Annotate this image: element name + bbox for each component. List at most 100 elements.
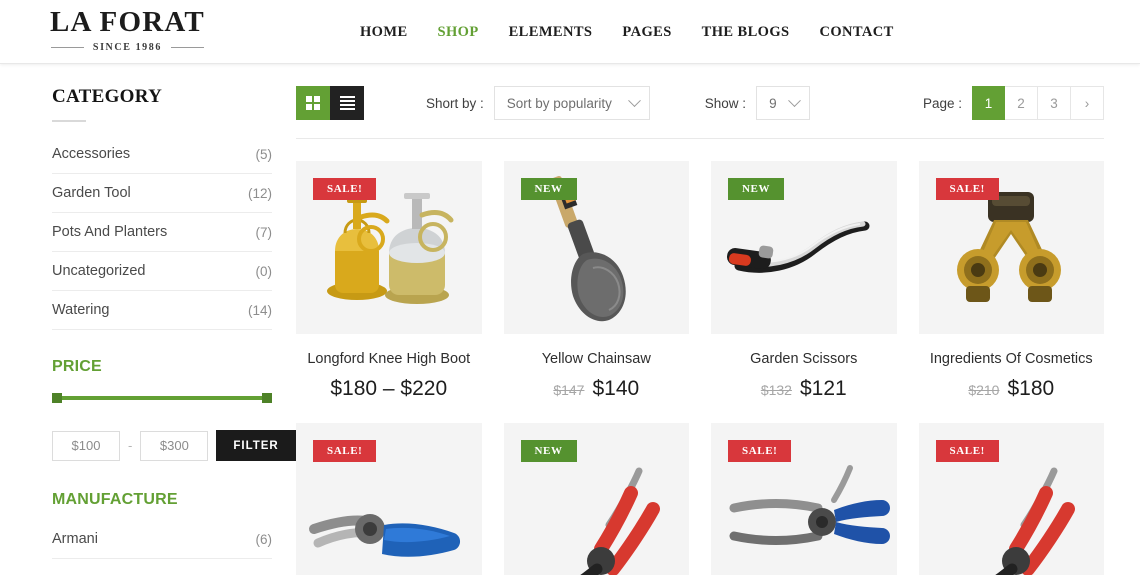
category-item-label: Accessories — [52, 146, 131, 162]
product-card[interactable]: SALE! — [918, 161, 1104, 401]
price-range-slider[interactable] — [52, 392, 272, 404]
product-image-blue-shear — [308, 513, 460, 557]
price-inputs-row: - FILTER — [52, 430, 296, 461]
price-max-input[interactable] — [140, 430, 209, 461]
site-logo[interactable]: LA FORAT SINCE 1986 — [50, 6, 205, 53]
category-item-watering[interactable]: Watering (14) — [52, 291, 272, 330]
pagination: Page : 1 2 3 › — [923, 86, 1104, 120]
filter-button[interactable]: FILTER — [216, 430, 296, 461]
manufacture-item-label: Armani — [52, 531, 98, 547]
category-item-count: (12) — [247, 185, 272, 201]
product-card[interactable]: SALE! — [711, 423, 897, 575]
logo-since-text: SINCE 1986 — [92, 42, 162, 54]
logo-rule-left — [50, 47, 84, 49]
sort-select[interactable]: Sort by popularity — [493, 86, 650, 120]
page-next-button[interactable]: › — [1071, 86, 1104, 120]
product-price: $180 – $220 — [296, 377, 482, 401]
product-badge: SALE! — [313, 178, 377, 200]
shop-content: Short by : Sort by popularity Show : 9 P… — [296, 86, 1140, 575]
grid-icon — [306, 96, 320, 110]
product-badge: NEW — [520, 178, 577, 200]
page-button-2[interactable]: 2 — [1005, 86, 1038, 120]
nav-item-shop[interactable]: SHOP — [438, 24, 479, 41]
nav-item-home[interactable]: HOME — [360, 24, 408, 41]
product-price-current: $180 — [1007, 377, 1055, 400]
sort-select-value: Sort by popularity — [506, 95, 612, 111]
sort-control: Short by : Sort by popularity — [426, 86, 650, 120]
product-price: $132 $121 — [711, 377, 897, 401]
category-item-label: Watering — [52, 302, 110, 318]
price-slider-handle-min[interactable] — [52, 393, 62, 403]
product-title: Ingredients Of Cosmetics — [929, 351, 1093, 367]
category-item-count: (0) — [255, 263, 273, 279]
product-badge: SALE! — [935, 440, 999, 462]
product-card[interactable]: SALE! — [918, 423, 1104, 575]
product-price-current: $180 – $220 — [330, 377, 448, 400]
category-item-count: (14) — [247, 302, 272, 318]
shop-toolbar: Short by : Sort by popularity Show : 9 P… — [296, 86, 1104, 139]
show-select-value: 9 — [769, 95, 777, 111]
product-card[interactable]: NEW — [503, 423, 689, 575]
chevron-down-icon — [627, 93, 641, 107]
shop-sidebar: CATEGORY Accessories (5) Garden Tool (12… — [0, 86, 296, 575]
product-thumbnail[interactable]: SALE! — [711, 423, 897, 575]
category-item-pots-and-planters[interactable]: Pots And Planters (7) — [52, 213, 272, 252]
manufacture-item-armani[interactable]: Armani (6) — [52, 527, 272, 559]
product-thumbnail[interactable]: SALE! — [296, 423, 482, 575]
product-thumbnail[interactable]: SALE! — [918, 423, 1104, 575]
chevron-down-icon — [788, 93, 801, 107]
list-view-button[interactable] — [330, 86, 364, 120]
product-price-current: $121 — [799, 377, 847, 400]
product-badge: NEW — [728, 178, 785, 200]
product-grid: SALE! Longford Knee High Boot $180 – $22… — [296, 161, 1104, 575]
page-body: CATEGORY Accessories (5) Garden Tool (12… — [0, 64, 1140, 575]
product-thumbnail[interactable]: SALE! — [918, 161, 1104, 334]
logo-subtitle: SINCE 1986 — [50, 42, 205, 53]
category-item-uncategorized[interactable]: Uncategorized (0) — [52, 252, 272, 291]
product-price-original: $210 — [968, 382, 1000, 398]
show-label: Show : — [704, 95, 747, 111]
product-thumbnail[interactable]: SALE! — [296, 161, 482, 334]
price-heading: PRICE — [52, 358, 102, 375]
price-range-separator: - — [128, 438, 133, 453]
nav-item-the-blogs[interactable]: THE BLOGS — [702, 24, 790, 41]
manufacture-list: Armani (6) — [52, 527, 272, 559]
product-card[interactable]: NEW Yellow Chainsaw $147 $140 — [503, 161, 690, 401]
product-image-blue-snip — [729, 464, 890, 545]
product-title: Longford Knee High Boot — [307, 351, 471, 367]
product-thumbnail[interactable]: NEW — [503, 423, 689, 575]
product-card[interactable]: SALE! — [296, 423, 482, 575]
grid-view-button[interactable] — [296, 86, 330, 120]
category-item-label: Garden Tool — [52, 185, 131, 201]
page-button-1[interactable]: 1 — [972, 86, 1005, 120]
product-thumbnail[interactable]: NEW — [711, 161, 897, 334]
product-badge: SALE! — [313, 440, 377, 462]
manufacture-item-count: (6) — [255, 531, 273, 547]
product-thumbnail[interactable]: NEW — [503, 161, 689, 334]
product-badge: NEW — [520, 440, 577, 462]
show-select[interactable]: 9 — [756, 86, 811, 120]
price-min-input[interactable] — [52, 430, 120, 461]
page-button-3[interactable]: 3 — [1038, 86, 1071, 120]
main-navigation: HOME SHOP ELEMENTS PAGES THE BLOGS CONTA… — [360, 24, 894, 41]
category-heading: CATEGORY — [52, 86, 163, 107]
nav-item-elements[interactable]: ELEMENTS — [509, 24, 593, 41]
price-slider-handle-max[interactable] — [262, 393, 272, 403]
category-item-garden-tool[interactable]: Garden Tool (12) — [52, 174, 272, 213]
nav-item-contact[interactable]: CONTACT — [819, 24, 893, 41]
category-item-count: (5) — [255, 146, 273, 162]
category-list: Accessories (5) Garden Tool (12) Pots An… — [52, 142, 272, 330]
product-badge: SALE! — [935, 178, 999, 200]
product-card[interactable]: SALE! — [296, 161, 482, 401]
category-item-label: Pots And Planters — [52, 224, 168, 240]
category-item-accessories[interactable]: Accessories (5) — [52, 142, 272, 174]
product-price-original: $147 — [553, 382, 585, 398]
site-header: LA FORAT SINCE 1986 HOME SHOP ELEMENTS P… — [0, 0, 1140, 64]
product-image-saw — [726, 221, 870, 273]
sort-label: Short by : — [426, 95, 484, 111]
product-price-original: $132 — [760, 382, 792, 398]
category-heading-rule — [52, 120, 86, 122]
nav-item-pages[interactable]: PAGES — [622, 24, 671, 41]
product-card[interactable]: NEW Garden Scissors $132 $121 — [711, 161, 897, 401]
product-price: $147 $140 — [504, 377, 690, 401]
